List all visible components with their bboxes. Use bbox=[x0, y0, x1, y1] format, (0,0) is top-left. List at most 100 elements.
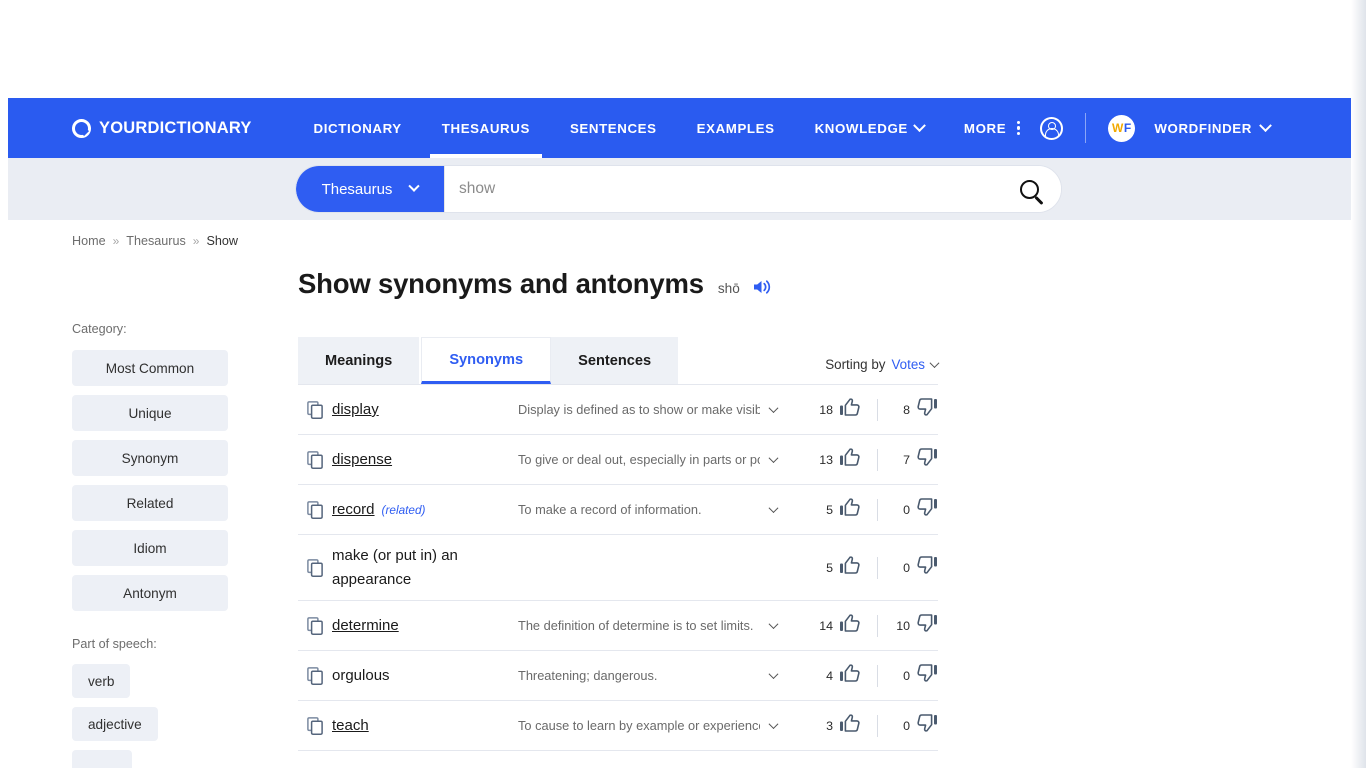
account-circle-icon[interactable] bbox=[1040, 116, 1064, 140]
thumbs-down-icon bbox=[916, 613, 938, 638]
upvote-button[interactable]: 3 bbox=[817, 713, 861, 738]
upvote-count: 3 bbox=[826, 718, 833, 733]
copy-icon[interactable] bbox=[298, 558, 332, 577]
nav-item-more[interactable]: MORE bbox=[944, 98, 1040, 158]
wordfinder-badge-w: W bbox=[1111, 121, 1124, 135]
upvote-button[interactable]: 4 bbox=[817, 663, 861, 688]
vote-divider bbox=[877, 556, 878, 579]
downvote-button[interactable]: 8 bbox=[894, 397, 938, 422]
definition-toggle[interactable] bbox=[760, 619, 786, 630]
chevron-down-icon[interactable] bbox=[929, 358, 940, 369]
copy-icon[interactable] bbox=[298, 666, 332, 685]
definition-toggle[interactable] bbox=[760, 403, 786, 414]
synonym-word[interactable]: record bbox=[332, 501, 375, 518]
category-chip-most-common[interactable]: Most Common bbox=[72, 350, 228, 386]
downvote-button[interactable]: 0 bbox=[894, 497, 938, 522]
nav-item-sentences[interactable]: SENTENCES bbox=[550, 98, 677, 158]
speaker-icon[interactable] bbox=[752, 278, 770, 294]
expand-definition-chevron-icon[interactable] bbox=[768, 619, 778, 630]
expand-definition-chevron-icon[interactable] bbox=[768, 669, 778, 680]
chevron-down-icon bbox=[408, 180, 421, 192]
downvote-button[interactable]: 7 bbox=[894, 447, 938, 472]
right-edge-shadow bbox=[1351, 0, 1366, 768]
vote-divider bbox=[877, 714, 878, 737]
nav-item-dictionary[interactable]: DICTIONARY bbox=[294, 98, 422, 158]
downvote-count: 0 bbox=[903, 560, 910, 575]
synonym-definition: To cause to learn by example or experien… bbox=[518, 718, 760, 733]
synonym-definition: Threatening; dangerous. bbox=[518, 668, 658, 683]
thumbs-up-icon bbox=[839, 397, 861, 422]
category-chip-idiom[interactable]: Idiom bbox=[72, 530, 228, 566]
pos-chip-row bbox=[72, 750, 228, 768]
synonym-word-cell: dispense bbox=[332, 451, 518, 468]
copy-icon[interactable] bbox=[298, 716, 332, 735]
synonym-word[interactable]: determine bbox=[332, 617, 399, 634]
copy-icon[interactable] bbox=[298, 450, 332, 469]
synonym-word[interactable]: display bbox=[332, 401, 379, 418]
search-type-label: Thesaurus bbox=[321, 180, 393, 198]
upvote-count: 13 bbox=[819, 452, 833, 467]
expand-definition-chevron-icon[interactable] bbox=[768, 503, 778, 514]
nav-item-examples[interactable]: EXAMPLES bbox=[677, 98, 795, 158]
synonym-word[interactable]: dispense bbox=[332, 451, 392, 468]
downvote-button[interactable]: 10 bbox=[894, 613, 938, 638]
pronunciation-text: shō bbox=[717, 281, 740, 296]
search-bar: Thesaurus bbox=[295, 165, 1062, 213]
nav-item-knowledge[interactable]: KNOWLEDGE bbox=[795, 98, 944, 158]
thumbs-down-icon bbox=[916, 555, 938, 580]
relation-tag: (related) bbox=[381, 502, 426, 517]
synonym-definition: To make a record of information. bbox=[518, 502, 702, 517]
expand-definition-chevron-icon[interactable] bbox=[768, 453, 778, 464]
synonym-row: determine The definition of determine is … bbox=[298, 601, 938, 651]
breadcrumb-item-home[interactable]: Home bbox=[72, 234, 106, 248]
downvote-count: 0 bbox=[903, 668, 910, 683]
pos-chip-verb[interactable]: verb bbox=[72, 664, 131, 698]
breadcrumb-separator: » bbox=[192, 234, 200, 248]
expand-definition-chevron-icon[interactable] bbox=[768, 719, 778, 730]
upvote-button[interactable]: 5 bbox=[817, 555, 861, 580]
category-chip-related[interactable]: Related bbox=[72, 485, 228, 521]
downvote-button[interactable]: 0 bbox=[894, 555, 938, 580]
thumbs-down-icon bbox=[916, 497, 938, 522]
search-type-dropdown[interactable]: Thesaurus bbox=[296, 166, 444, 212]
wordfinder-link[interactable]: WF WORDFINDER bbox=[1108, 114, 1272, 142]
category-label: Category: bbox=[72, 322, 127, 336]
definition-toggle[interactable] bbox=[760, 503, 786, 514]
vote-divider bbox=[877, 498, 878, 521]
upvote-button[interactable]: 14 bbox=[817, 613, 861, 638]
thumbs-down-icon bbox=[916, 447, 938, 472]
search-submit-button[interactable] bbox=[997, 166, 1061, 212]
site-logo[interactable]: YOURDICTIONARY bbox=[72, 118, 252, 138]
tab-meanings[interactable]: Meanings bbox=[298, 337, 422, 384]
vote-divider bbox=[877, 398, 878, 421]
pos-chip-adjective[interactable]: adjective bbox=[72, 707, 158, 741]
category-chip-antonym[interactable]: Antonym bbox=[72, 575, 228, 611]
sorting-control: Sorting by Votes bbox=[825, 357, 940, 384]
copy-icon[interactable] bbox=[298, 500, 332, 519]
upvote-button[interactable]: 5 bbox=[817, 497, 861, 522]
copy-icon[interactable] bbox=[298, 616, 332, 635]
synonym-row: dispense To give or deal out, especially … bbox=[298, 435, 938, 485]
expand-definition-chevron-icon[interactable] bbox=[768, 403, 778, 414]
nav-item-thesaurus[interactable]: THESAURUS bbox=[422, 98, 550, 158]
synonym-word[interactable]: teach bbox=[332, 717, 369, 734]
pos-chip-partial[interactable] bbox=[72, 750, 132, 768]
downvote-button[interactable]: 0 bbox=[894, 713, 938, 738]
category-chip-unique[interactable]: Unique bbox=[72, 395, 228, 431]
breadcrumb-item-thesaurus[interactable]: Thesaurus bbox=[126, 234, 186, 248]
tab-synonyms[interactable]: Synonyms bbox=[421, 337, 552, 384]
downvote-button[interactable]: 0 bbox=[894, 663, 938, 688]
copy-icon[interactable] bbox=[298, 400, 332, 419]
downvote-count: 10 bbox=[896, 618, 910, 633]
wordfinder-badge-f: F bbox=[1123, 121, 1132, 135]
search-input[interactable] bbox=[444, 166, 997, 212]
upvote-button[interactable]: 18 bbox=[817, 397, 861, 422]
definition-toggle[interactable] bbox=[760, 719, 786, 730]
definition-toggle[interactable] bbox=[760, 453, 786, 464]
sorting-value[interactable]: Votes bbox=[891, 357, 925, 372]
tab-sentences[interactable]: Sentences bbox=[551, 337, 681, 384]
definition-toggle[interactable] bbox=[760, 669, 786, 680]
synonym-row: record (related) To make a record of infor… bbox=[298, 485, 938, 535]
upvote-button[interactable]: 13 bbox=[817, 447, 861, 472]
category-chip-synonym[interactable]: Synonym bbox=[72, 440, 228, 476]
